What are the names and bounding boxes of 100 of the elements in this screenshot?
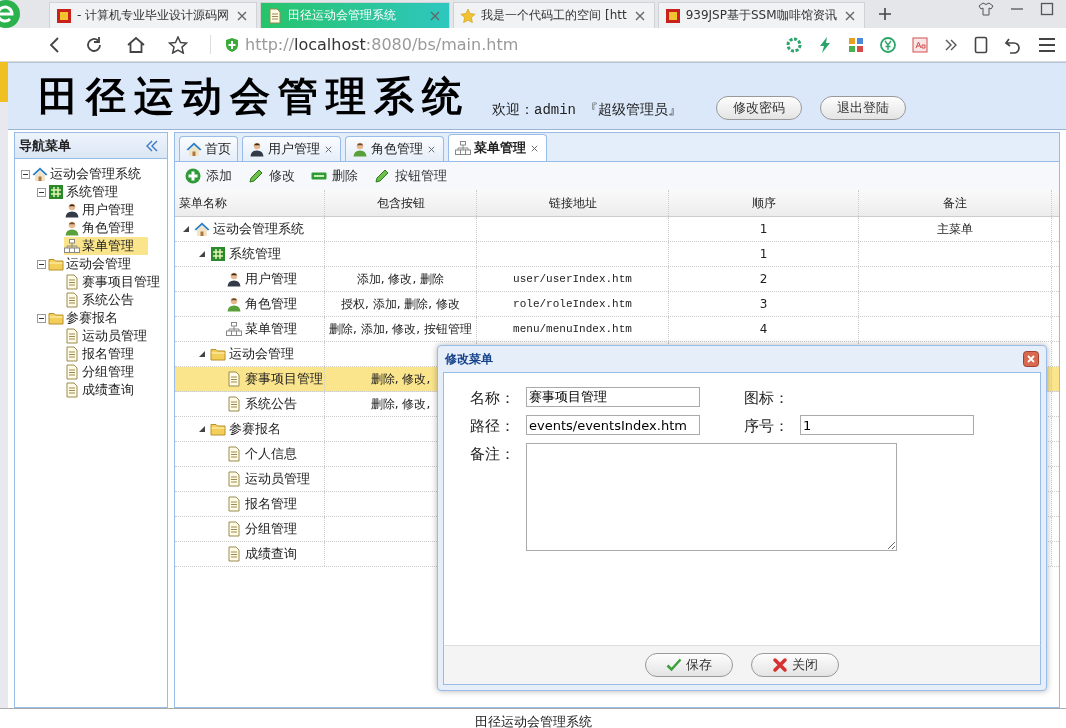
favicon-icon [664, 7, 681, 24]
document-icon [226, 446, 242, 462]
dialog-button[interactable]: 关闭 [751, 653, 839, 677]
collapse-toggle-icon[interactable] [21, 169, 30, 179]
person-icon [352, 141, 368, 157]
table-row[interactable]: 菜单管理 删除, 添加, 修改, 按钮管理 menu/menuIndex.htm 4 [175, 317, 1059, 342]
collapse-arrow-icon[interactable] [197, 349, 207, 359]
column-header[interactable]: 菜单名称 [175, 190, 325, 216]
browser-tab[interactable]: 我是一个代码工的空间 [htt [453, 2, 655, 28]
cross-icon [772, 657, 788, 673]
new-tab-icon[interactable] [877, 7, 892, 21]
tree-item[interactable]: 参赛报名 [48, 309, 132, 327]
column-header[interactable]: 包含按钮 [325, 190, 477, 216]
tree-label: 角色管理 [245, 295, 297, 313]
tree-item[interactable]: 系统公告 [64, 291, 148, 309]
tree-item[interactable]: 系统管理 [48, 183, 132, 201]
tree-item[interactable]: 运动员管理 [64, 327, 161, 345]
tablet-icon[interactable] [974, 35, 988, 54]
tree-item[interactable]: 报名管理 [64, 345, 148, 363]
document-icon [64, 274, 80, 290]
tree-item[interactable]: 角色管理 [64, 219, 148, 237]
content-tab[interactable]: 首页 [179, 136, 238, 161]
tree-item[interactable]: 赛事项目管理 [64, 273, 174, 291]
content-tab[interactable]: 用户管理 [242, 136, 341, 161]
home-icon[interactable] [126, 35, 146, 54]
reload-icon[interactable] [84, 34, 104, 55]
field-label: 名称： [470, 387, 516, 409]
table-cell: 添加, 修改, 删除 [356, 270, 445, 288]
coin-icon[interactable] [880, 36, 896, 53]
collapse-toggle-icon[interactable] [37, 187, 46, 197]
table-cell: user/userIndex.htm [513, 273, 632, 285]
tree-label: 成绩查询 [245, 545, 297, 563]
collapse-icon[interactable] [145, 139, 159, 152]
chevrons-icon[interactable] [944, 38, 958, 51]
person-icon [226, 296, 242, 312]
toolbar-button[interactable]: 按钮管理 [368, 165, 453, 187]
shirt-icon[interactable] [978, 2, 994, 16]
tree-item[interactable]: 菜单管理 [64, 237, 148, 255]
table-row[interactable]: 系统管理 1 [175, 242, 1059, 267]
collapse-arrow-icon[interactable] [197, 249, 207, 259]
tree-item[interactable]: 成绩查询 [64, 381, 148, 399]
collapse-arrow-icon[interactable] [197, 424, 207, 434]
person-icon [64, 220, 80, 236]
content-tab[interactable]: 菜单管理 [448, 134, 547, 161]
address-bar-url[interactable]: http://localhost:8080/bs/main.htm [245, 35, 519, 54]
tree-item[interactable]: 运动会管理 [48, 255, 145, 273]
browser-tab[interactable]: 939JSP基于SSM咖啡馆资讯 [657, 2, 865, 28]
maximize-icon[interactable] [1040, 2, 1054, 16]
tree-item[interactable]: 用户管理 [64, 201, 148, 219]
person-icon [249, 141, 265, 157]
table-cell: 主菜单 [937, 220, 973, 238]
menu-icon[interactable] [1038, 36, 1056, 53]
close-icon[interactable] [1023, 351, 1039, 367]
header-button[interactable]: 退出登陆 [820, 96, 907, 120]
back-icon[interactable] [48, 36, 62, 53]
toolbar-button[interactable]: 修改 [242, 165, 301, 187]
field-label: 路径： [470, 415, 516, 437]
field-label: 图标： [744, 387, 790, 409]
footer-text: 田径运动会管理系统 [474, 713, 592, 728]
remarks-field[interactable] [526, 443, 897, 551]
collapse-toggle-icon[interactable] [37, 313, 46, 323]
table-cell: menu/menuIndex.htm [513, 323, 632, 335]
toolbar-button[interactable]: 删除 [305, 165, 364, 187]
document-icon [267, 7, 284, 24]
tree-label: 系统管理 [229, 245, 281, 263]
tree-item[interactable]: 运动会管理系统 [32, 165, 155, 183]
tree-item[interactable]: 分组管理 [64, 363, 148, 381]
star-outline-icon[interactable] [168, 35, 188, 54]
check-icon [666, 657, 682, 673]
lightning-icon[interactable] [818, 36, 832, 53]
collapse-arrow-icon[interactable] [181, 224, 191, 234]
favicon-icon [56, 7, 72, 24]
document-icon [226, 546, 242, 562]
person-icon [64, 202, 80, 218]
pencil-icon [248, 168, 264, 184]
text-field[interactable]: events/eventsIndex.htm [526, 415, 700, 435]
toolbar-button[interactable]: 添加 [179, 165, 238, 187]
grid-icon[interactable] [848, 36, 864, 53]
text-field[interactable]: 1 [800, 415, 974, 435]
table-row[interactable]: 用户管理 添加, 修改, 删除 user/userIndex.htm 2 [175, 267, 1059, 292]
app-title: 田径运动会管理系统 [38, 70, 470, 121]
collapse-toggle-icon[interactable] [37, 259, 46, 269]
header-button[interactable]: 修改密码 [716, 96, 803, 120]
folder-icon [48, 256, 64, 272]
column-header[interactable]: 顺序 [669, 190, 859, 216]
gear-icon[interactable] [786, 36, 802, 53]
tree-label: 用户管理 [245, 270, 297, 288]
text-field[interactable]: 赛事项目管理 [526, 387, 700, 407]
column-header[interactable]: 链接地址 [477, 190, 669, 216]
translate-icon[interactable] [912, 36, 928, 53]
content-tab[interactable]: 角色管理 [345, 136, 444, 161]
table-row[interactable]: 角色管理 授权, 添加, 删除, 修改 role/roleIndex.htm 3 [175, 292, 1059, 317]
tree-label: 系统公告 [245, 395, 297, 413]
browser-tab[interactable]: - 计算机专业毕业设计源码网 [49, 2, 258, 28]
dialog-button[interactable]: 保存 [645, 653, 733, 677]
table-row[interactable]: 运动会管理系统 1 主菜单 [175, 217, 1059, 242]
column-header[interactable]: 备注 [859, 190, 1052, 216]
person-icon [226, 271, 242, 287]
field-label: 备注： [470, 443, 516, 465]
table-cell: 4 [759, 322, 768, 336]
